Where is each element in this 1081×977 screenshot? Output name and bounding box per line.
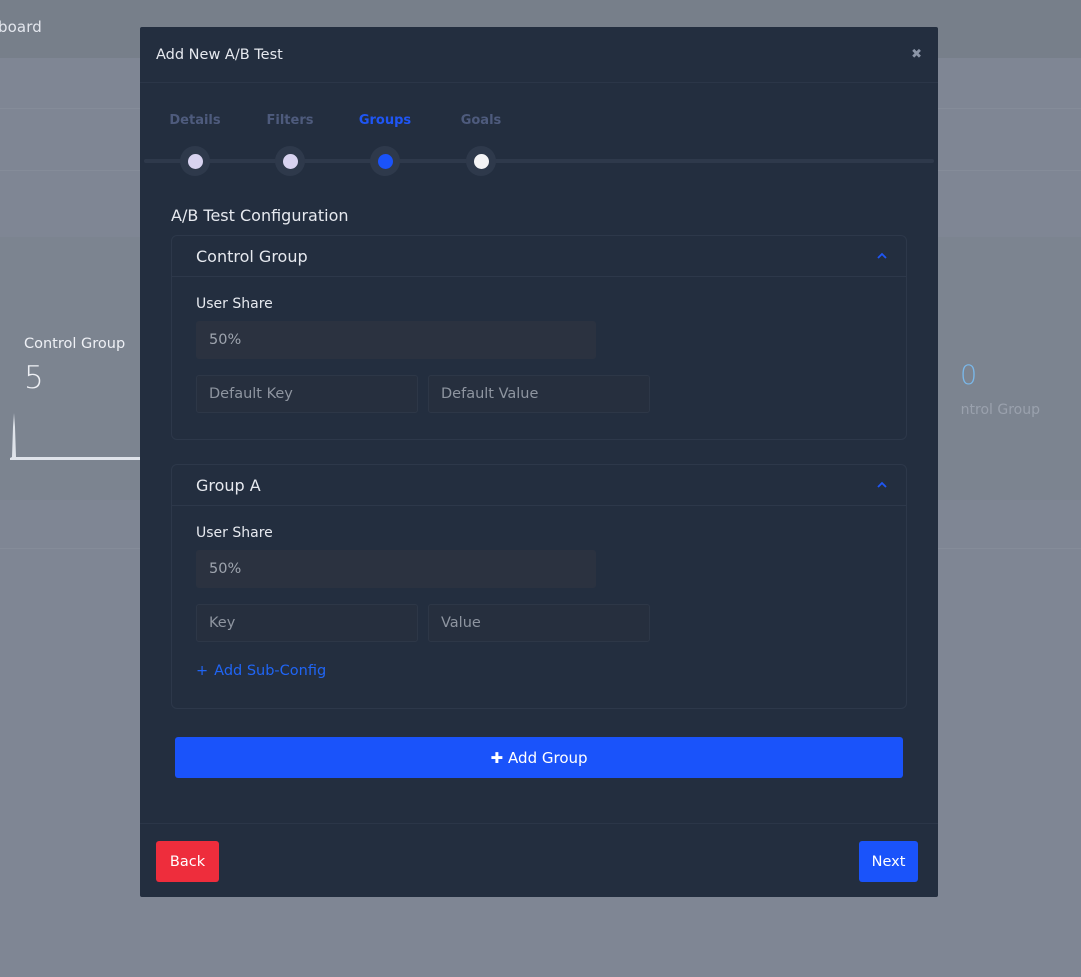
- section-title: A/B Test Configuration: [171, 206, 349, 225]
- chevron-up-icon[interactable]: [876, 250, 888, 262]
- add-group-button[interactable]: ✚ Add Group: [175, 737, 903, 778]
- background-sparkline: [10, 413, 140, 460]
- background-page-title: board: [0, 18, 42, 36]
- key-input[interactable]: [196, 604, 418, 642]
- modal-header: Add New A/B Test ✖: [140, 27, 938, 83]
- default-value-input[interactable]: [428, 375, 650, 413]
- key-value-row: [196, 375, 882, 413]
- add-group-label: Add Group: [508, 748, 588, 767]
- chevron-up-icon[interactable]: [876, 479, 888, 491]
- step-dot: [282, 153, 298, 169]
- group-title: Control Group: [196, 246, 308, 266]
- back-button[interactable]: Back: [156, 841, 219, 882]
- step-dot: [187, 153, 203, 169]
- group-card-header[interactable]: Control Group: [172, 236, 906, 277]
- group-card-control: Control Group User Share: [171, 235, 907, 440]
- user-share-input[interactable]: [196, 550, 596, 588]
- modal-footer: Back Next: [140, 823, 938, 897]
- step-indicator: [466, 146, 496, 176]
- add-sub-config-link[interactable]: + Add Sub-Config: [196, 663, 326, 679]
- value-input[interactable]: [428, 604, 650, 642]
- close-icon[interactable]: ✖: [911, 48, 922, 61]
- group-body: User Share: [172, 277, 906, 413]
- sparkline-area: [10, 413, 140, 460]
- step-filters[interactable]: Filters: [250, 111, 330, 176]
- step-dot: [473, 153, 489, 169]
- step-label: Details: [169, 113, 221, 128]
- background-card-label: Control Group: [24, 336, 126, 352]
- user-share-input[interactable]: [196, 321, 596, 359]
- group-title: Group A: [196, 475, 261, 495]
- add-ab-test-modal: Add New A/B Test ✖ Details Filters Group…: [140, 27, 938, 897]
- modal-title: Add New A/B Test: [156, 46, 283, 63]
- step-label: Groups: [358, 113, 412, 128]
- background-card-value: 0: [960, 360, 978, 391]
- user-share-label: User Share: [196, 296, 273, 312]
- group-body: User Share + Add Sub-Config: [172, 506, 906, 679]
- key-value-row: [196, 604, 882, 642]
- plus-icon: +: [196, 663, 209, 679]
- default-key-input[interactable]: [196, 375, 418, 413]
- background-card-value: 5: [24, 360, 44, 396]
- add-sub-config-label: Add Sub-Config: [214, 663, 327, 679]
- step-indicator: [180, 146, 210, 176]
- group-card-a: Group A User Share + Add Sub-Config: [171, 464, 907, 709]
- step-label: Goals: [460, 113, 502, 128]
- step-details[interactable]: Details: [155, 111, 235, 176]
- step-groups[interactable]: Groups: [345, 111, 425, 176]
- step-goals[interactable]: Goals: [441, 111, 521, 176]
- group-card-header[interactable]: Group A: [172, 465, 906, 506]
- step-indicator: [370, 146, 400, 176]
- step-label: Filters: [266, 113, 314, 128]
- plus-icon: ✚: [490, 748, 504, 767]
- wizard-stepper: Details Filters Groups Goals: [144, 111, 934, 181]
- step-dot: [377, 153, 393, 169]
- user-share-label: User Share: [196, 525, 273, 541]
- next-button[interactable]: Next: [859, 841, 918, 882]
- step-indicator: [275, 146, 305, 176]
- stepper-track: [144, 159, 934, 163]
- background-card-label: ntrol Group: [960, 402, 1040, 418]
